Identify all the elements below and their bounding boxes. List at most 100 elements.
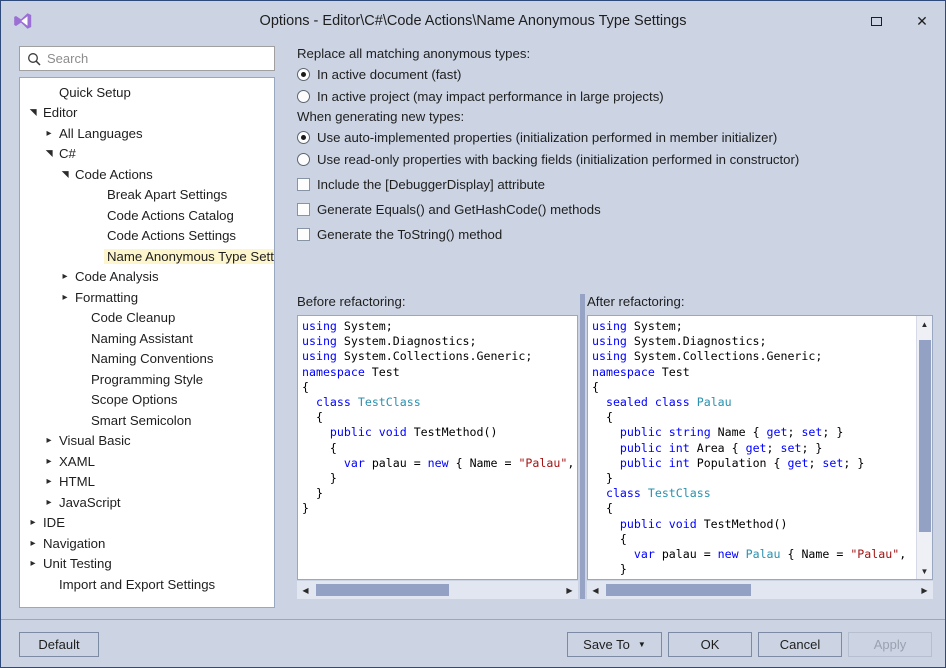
chevron-right-icon[interactable]: ▸ [42, 476, 56, 487]
code-token [592, 425, 620, 439]
code-token: System; [627, 319, 683, 333]
maximize-icon [871, 17, 882, 26]
settings-sidebar: Quick Setup◢Editor▸All Languages◢C#◢Code… [19, 46, 275, 608]
code-token [641, 486, 648, 500]
chevron-right-icon[interactable]: ▸ [26, 538, 40, 549]
tree-item[interactable]: Quick Setup [20, 82, 274, 103]
radio-label: In active document (fast) [317, 67, 461, 82]
code-token: ; } [843, 456, 864, 470]
scroll-down-icon[interactable]: ▼ [917, 563, 933, 579]
code-line: using System; [592, 319, 916, 334]
dialog-button-bar: Default Save To ▼ OK Cancel Apply [1, 619, 945, 667]
tree-item-label: JavaScript [56, 495, 124, 510]
tree-item[interactable]: Break Apart Settings [20, 185, 274, 206]
after-vscroll-track[interactable] [917, 332, 933, 563]
pane-splitter[interactable] [578, 294, 587, 599]
tree-item[interactable]: Name Anonymous Type Settings [20, 246, 274, 267]
checkbox-generate-equals-gethashcode[interactable]: Generate Equals() and GetHashCode() meth… [297, 198, 931, 220]
after-refactoring-label: After refactoring: [587, 294, 933, 312]
ok-button[interactable]: OK [668, 632, 752, 657]
chevron-right-icon[interactable]: ▸ [42, 128, 56, 139]
code-line: using System.Diagnostics; [302, 334, 577, 349]
after-hscroll-thumb[interactable] [606, 584, 751, 596]
save-to-button[interactable]: Save To ▼ [567, 632, 662, 657]
chevron-down-icon[interactable]: ◢ [44, 147, 55, 161]
after-hscrollbar[interactable]: ◀ ▶ [587, 581, 933, 599]
checkbox-label: Include the [DebuggerDisplay] attribute [317, 177, 545, 192]
chevron-right-icon[interactable]: ▸ [42, 435, 56, 446]
after-vscrollbar[interactable]: ▲ ▼ [916, 316, 932, 579]
scroll-left-icon[interactable]: ◀ [587, 581, 604, 599]
chevron-right-icon[interactable]: ▸ [58, 292, 72, 303]
tree-item[interactable]: Code Actions Settings [20, 226, 274, 247]
tree-item[interactable]: ▸Formatting [20, 287, 274, 308]
tree-item[interactable]: Code Actions Catalog [20, 205, 274, 226]
chevron-right-icon[interactable]: ▸ [26, 517, 40, 528]
checkbox-debuggerdisplay-attribute[interactable]: Include the [DebuggerDisplay] attribute [297, 173, 931, 195]
code-token: using [302, 319, 337, 333]
scroll-right-icon[interactable]: ▶ [916, 581, 933, 599]
tree-item[interactable]: Naming Assistant [20, 328, 274, 349]
radio-in-active-project[interactable]: In active project (may impact performanc… [297, 85, 931, 107]
scroll-left-icon[interactable]: ◀ [297, 581, 314, 599]
chevron-down-icon[interactable]: ◢ [28, 106, 39, 120]
chevron-right-icon[interactable]: ▸ [58, 271, 72, 282]
settings-tree[interactable]: Quick Setup◢Editor▸All Languages◢C#◢Code… [19, 77, 275, 608]
before-hscrollbar[interactable]: ◀ ▶ [297, 581, 578, 599]
cancel-button-label: Cancel [780, 637, 820, 652]
tree-item-label: Naming Conventions [88, 351, 216, 366]
scroll-up-icon[interactable]: ▲ [917, 316, 933, 332]
maximize-button[interactable] [853, 1, 899, 41]
apply-button[interactable]: Apply [848, 632, 932, 657]
tree-item[interactable]: Scope Options [20, 390, 274, 411]
tree-item[interactable]: Smart Semicolon [20, 410, 274, 431]
tree-item[interactable]: Code Cleanup [20, 308, 274, 329]
search-box[interactable] [19, 46, 275, 71]
scroll-right-icon[interactable]: ▶ [561, 581, 578, 599]
tree-item[interactable]: ▸XAML [20, 451, 274, 472]
cancel-button[interactable]: Cancel [758, 632, 842, 657]
tree-item[interactable]: ▸HTML [20, 472, 274, 493]
chevron-down-icon[interactable]: ◢ [60, 167, 71, 181]
tree-item[interactable]: ▸Navigation [20, 533, 274, 554]
code-token: TestClass [648, 486, 711, 500]
chevron-right-icon[interactable]: ▸ [42, 456, 56, 467]
tree-item-label: Programming Style [88, 372, 206, 387]
code-token: int [669, 456, 690, 470]
chevron-right-icon[interactable]: ▸ [26, 558, 40, 569]
after-vscroll-thumb[interactable] [919, 340, 931, 532]
after-hscroll-track[interactable] [604, 581, 916, 599]
close-button[interactable]: ✕ [899, 1, 945, 41]
code-token: } [592, 562, 627, 576]
code-token [592, 395, 606, 409]
chevron-right-icon[interactable]: ▸ [42, 497, 56, 508]
radio-in-active-document[interactable]: In active document (fast) [297, 63, 931, 85]
code-token: using [592, 319, 627, 333]
tree-item[interactable]: ▸All Languages [20, 123, 274, 144]
checkbox-generate-tostring[interactable]: Generate the ToString() method [297, 223, 931, 245]
before-hscroll-track[interactable] [314, 581, 561, 599]
default-button[interactable]: Default [19, 632, 99, 657]
before-hscroll-thumb[interactable] [316, 584, 449, 596]
tree-item[interactable]: ◢Code Actions [20, 164, 274, 185]
tree-item[interactable]: ◢Editor [20, 103, 274, 124]
search-input[interactable] [45, 51, 274, 66]
tree-item[interactable]: Naming Conventions [20, 349, 274, 370]
tree-item[interactable]: ◢C# [20, 144, 274, 165]
dialog-body: Quick Setup◢Editor▸All Languages◢C#◢Code… [1, 41, 945, 619]
tree-item[interactable]: ▸Visual Basic [20, 431, 274, 452]
code-token [662, 441, 669, 455]
code-line: { [592, 410, 916, 425]
tree-item-label: Unit Testing [40, 556, 115, 571]
tree-item[interactable]: Programming Style [20, 369, 274, 390]
tree-item[interactable]: ▸IDE [20, 513, 274, 534]
tree-item[interactable]: Import and Export Settings [20, 574, 274, 595]
code-line: public string Name { get; set; } [592, 425, 916, 440]
tree-item[interactable]: ▸JavaScript [20, 492, 274, 513]
code-line: public void TestMethod() [592, 517, 916, 532]
radio-auto-implemented-properties[interactable]: Use auto-implemented properties (initial… [297, 126, 931, 148]
tree-item[interactable]: ▸Code Analysis [20, 267, 274, 288]
tree-item[interactable]: ▸Unit Testing [20, 554, 274, 575]
radio-readonly-properties[interactable]: Use read-only properties with backing fi… [297, 148, 931, 170]
splitter-bar [580, 294, 585, 599]
